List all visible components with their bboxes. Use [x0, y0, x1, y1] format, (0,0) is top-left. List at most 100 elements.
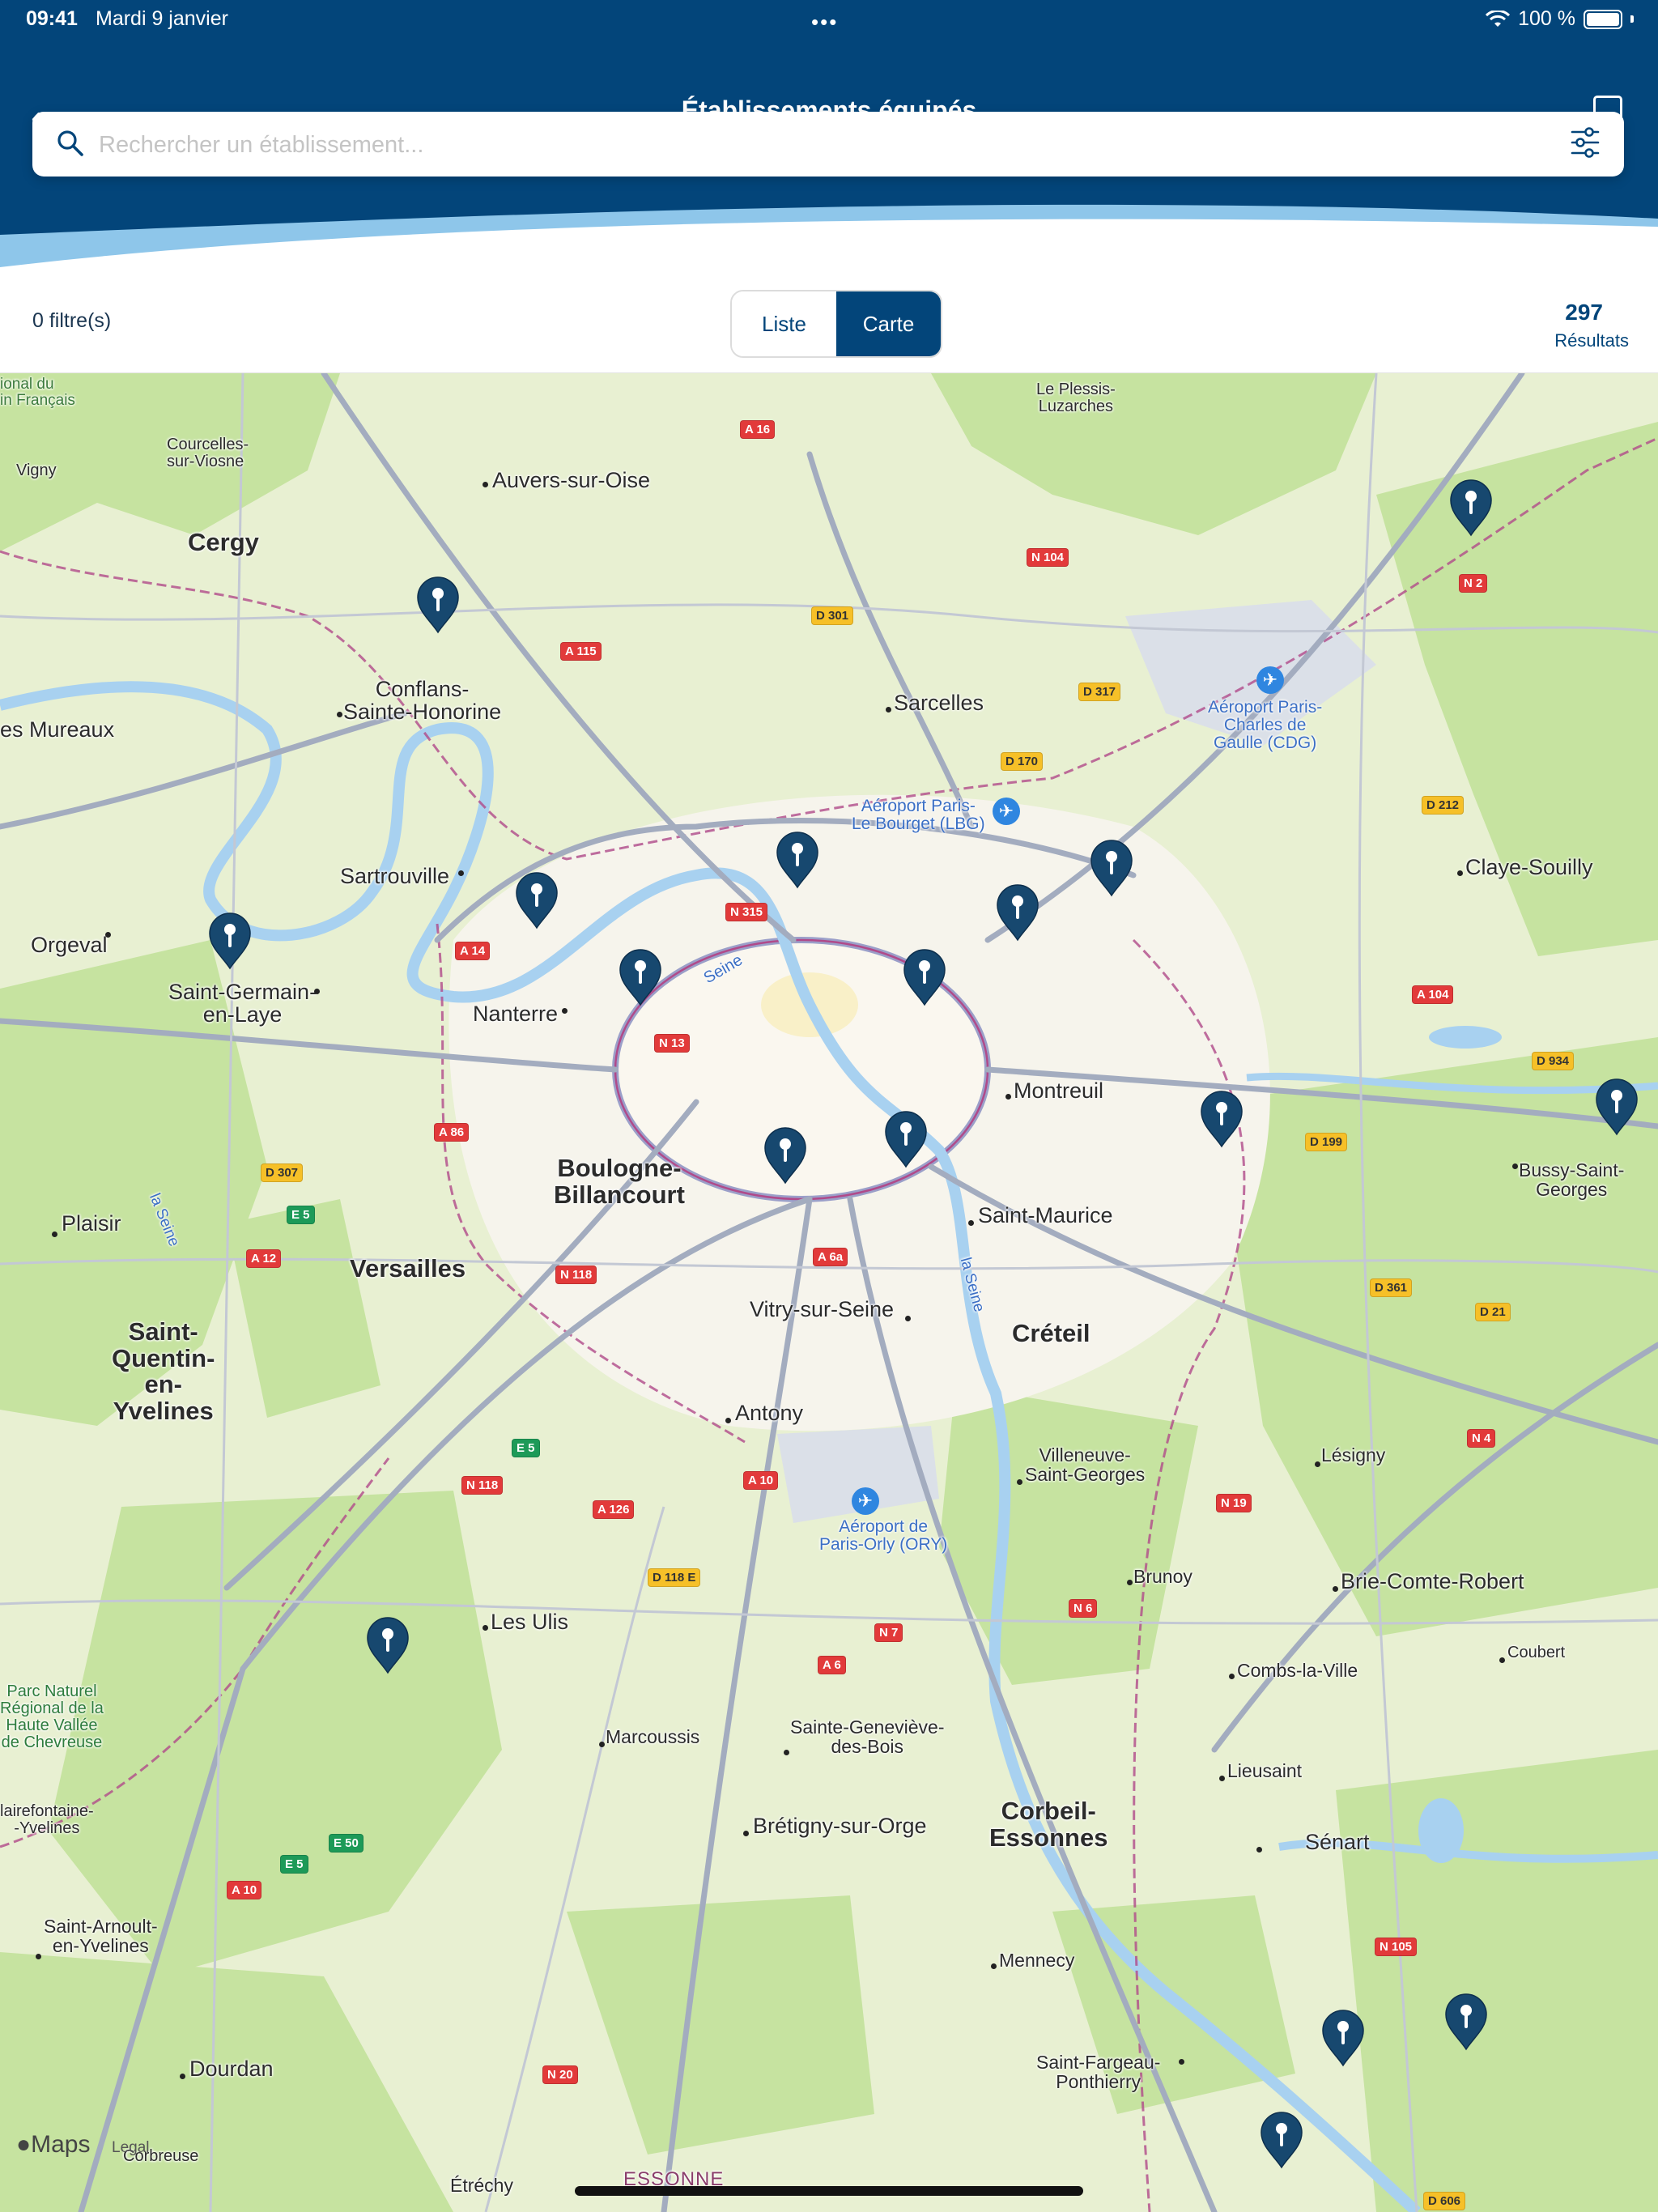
establishment-marker[interactable]	[206, 912, 253, 970]
map-label-mennecy: Mennecy	[999, 1950, 1075, 1971]
establishment-marker[interactable]	[364, 1616, 411, 1674]
road-shield: E 5	[512, 1439, 540, 1457]
wifi-icon	[1486, 10, 1511, 27]
map-label-chevreuse: Parc Naturel Régional de la Haute Vallée…	[0, 1682, 104, 1751]
tab-liste[interactable]: Liste	[732, 291, 836, 356]
place-dot	[743, 1831, 749, 1836]
road-shield: A 104	[1412, 985, 1454, 1004]
road-shield: A 14	[455, 942, 491, 960]
legal-link[interactable]: Legal	[112, 2139, 150, 2157]
road-shield: N 19	[1216, 1494, 1252, 1512]
map-label-montreuil: Montreuil	[1014, 1078, 1104, 1103]
map-label-briecomte: Brie-Comte-Robert	[1341, 1569, 1524, 1593]
status-date: Mardi 9 janvier	[96, 7, 228, 30]
battery-percent: 100 %	[1518, 7, 1575, 30]
map-view[interactable]: ional du in Français Cergy Auvers-sur-Oi…	[0, 373, 1658, 2212]
road-shield: A 6	[818, 1656, 846, 1674]
place-dot	[886, 707, 891, 713]
airport-icon[interactable]: ✈	[993, 798, 1020, 825]
road-shield: A 126	[593, 1500, 635, 1519]
road-shield: A 115	[560, 642, 602, 661]
road-shield: A 10	[743, 1471, 779, 1490]
road-shield: D 606	[1423, 2192, 1466, 2210]
road-shield: N 105	[1375, 1938, 1418, 1956]
road-shield: A 86	[434, 1123, 470, 1142]
road-shield: D 307	[261, 1163, 304, 1182]
place-dot	[52, 1231, 57, 1237]
road-shield: D 170	[1001, 752, 1044, 771]
place-dot	[784, 1750, 789, 1755]
map-label-coubert: Coubert	[1507, 1644, 1566, 1661]
road-shield: E 5	[280, 1855, 308, 1874]
map-label-combs: Combs-la-Ville	[1237, 1660, 1358, 1681]
map-label-courcelles: Courcelles- sur-Viosne	[167, 436, 249, 470]
status-bar: 09:41 Mardi 9 janvier ••• 100 %	[0, 0, 1658, 39]
tab-carte[interactable]: Carte	[836, 291, 941, 356]
filters-count[interactable]: 0 filtre(s)	[32, 309, 111, 333]
view-mode-segmented-control: Liste Carte	[730, 290, 942, 358]
establishment-marker[interactable]	[762, 1126, 809, 1185]
establishment-marker[interactable]	[414, 576, 461, 634]
airport-icon[interactable]: ✈	[852, 1487, 879, 1515]
home-indicator[interactable]	[575, 2186, 1083, 2196]
place-dot	[483, 1625, 488, 1631]
place-dot	[337, 712, 342, 717]
place-dot	[968, 1220, 974, 1226]
map-label-stgermain: Saint-Germain- en-Laye	[168, 980, 317, 1027]
place-dot	[991, 1963, 997, 1969]
road-shield: D 118 E	[648, 1568, 701, 1587]
establishment-marker[interactable]	[1258, 2111, 1305, 2169]
road-shield: D 934	[1532, 1052, 1575, 1070]
road-shield: A 16	[740, 420, 776, 439]
map-label-dourdan: Dourdan	[189, 2057, 274, 2081]
establishment-marker[interactable]	[1443, 1993, 1490, 2051]
establishment-marker[interactable]	[1088, 839, 1135, 897]
map-label-senart: Sénart	[1305, 1830, 1370, 1854]
road-shield: A 6a	[813, 1248, 848, 1266]
place-dot	[483, 482, 488, 487]
multitasking-dots-icon[interactable]: •••	[811, 10, 838, 35]
establishment-marker[interactable]	[513, 871, 560, 929]
map-label-stgenevieve: Sainte-Geneviève- des-Bois	[790, 1716, 945, 1758]
results-count: 297	[1565, 300, 1603, 325]
results-label: Résultats	[1554, 330, 1629, 351]
road-shield: D 199	[1305, 1133, 1348, 1151]
apple-maps-logo: ●Maps	[16, 2131, 90, 2159]
map-label-plessis: Le Plessis- Luzarches	[1036, 381, 1116, 415]
establishment-marker[interactable]	[1593, 1078, 1640, 1136]
road-shield: D 212	[1422, 796, 1465, 815]
place-dot	[1229, 1674, 1235, 1679]
road-shield: N 13	[654, 1034, 690, 1053]
establishment-marker[interactable]	[1198, 1090, 1245, 1148]
establishment-marker[interactable]	[882, 1110, 929, 1168]
establishment-marker[interactable]	[1448, 479, 1494, 537]
map-label-vigny: Vigny	[16, 462, 57, 479]
apple-logo-icon: ●	[16, 2131, 32, 2158]
place-dot	[1512, 1163, 1518, 1169]
place-dot	[599, 1742, 605, 1747]
map-label-claye: Claye-Souilly	[1465, 855, 1593, 879]
map-label-corbeil: Corbeil- Essonnes	[989, 1797, 1108, 1852]
place-dot	[1219, 1776, 1225, 1781]
establishment-marker[interactable]	[617, 948, 664, 1006]
place-dot	[36, 1954, 41, 1959]
search-input[interactable]	[97, 123, 1477, 167]
airport-icon[interactable]: ✈	[1256, 666, 1284, 694]
establishment-marker[interactable]	[901, 948, 948, 1006]
status-indicators: 100 %	[1486, 7, 1634, 31]
road-shield: N 20	[542, 2065, 578, 2084]
map-label-conflans: Conflans- Sainte-Honorine	[343, 677, 502, 725]
establishment-marker[interactable]	[774, 831, 821, 889]
road-shield: D 361	[1370, 1278, 1413, 1297]
place-dot	[1017, 1479, 1022, 1485]
establishment-marker[interactable]	[1320, 2009, 1367, 2067]
establishment-marker[interactable]	[994, 883, 1041, 942]
map-label-bussy: Bussy-Saint- Georges	[1519, 1159, 1625, 1201]
search-bar[interactable]	[32, 112, 1624, 177]
road-shield: D 317	[1078, 683, 1121, 701]
place-dot	[458, 870, 464, 876]
place-dot	[1005, 1094, 1011, 1100]
map-label-lieusaint: Lieusaint	[1227, 1760, 1303, 1781]
filter-settings-icon[interactable]	[1571, 126, 1600, 159]
map-label-plaisir: Plaisir	[62, 1211, 121, 1236]
